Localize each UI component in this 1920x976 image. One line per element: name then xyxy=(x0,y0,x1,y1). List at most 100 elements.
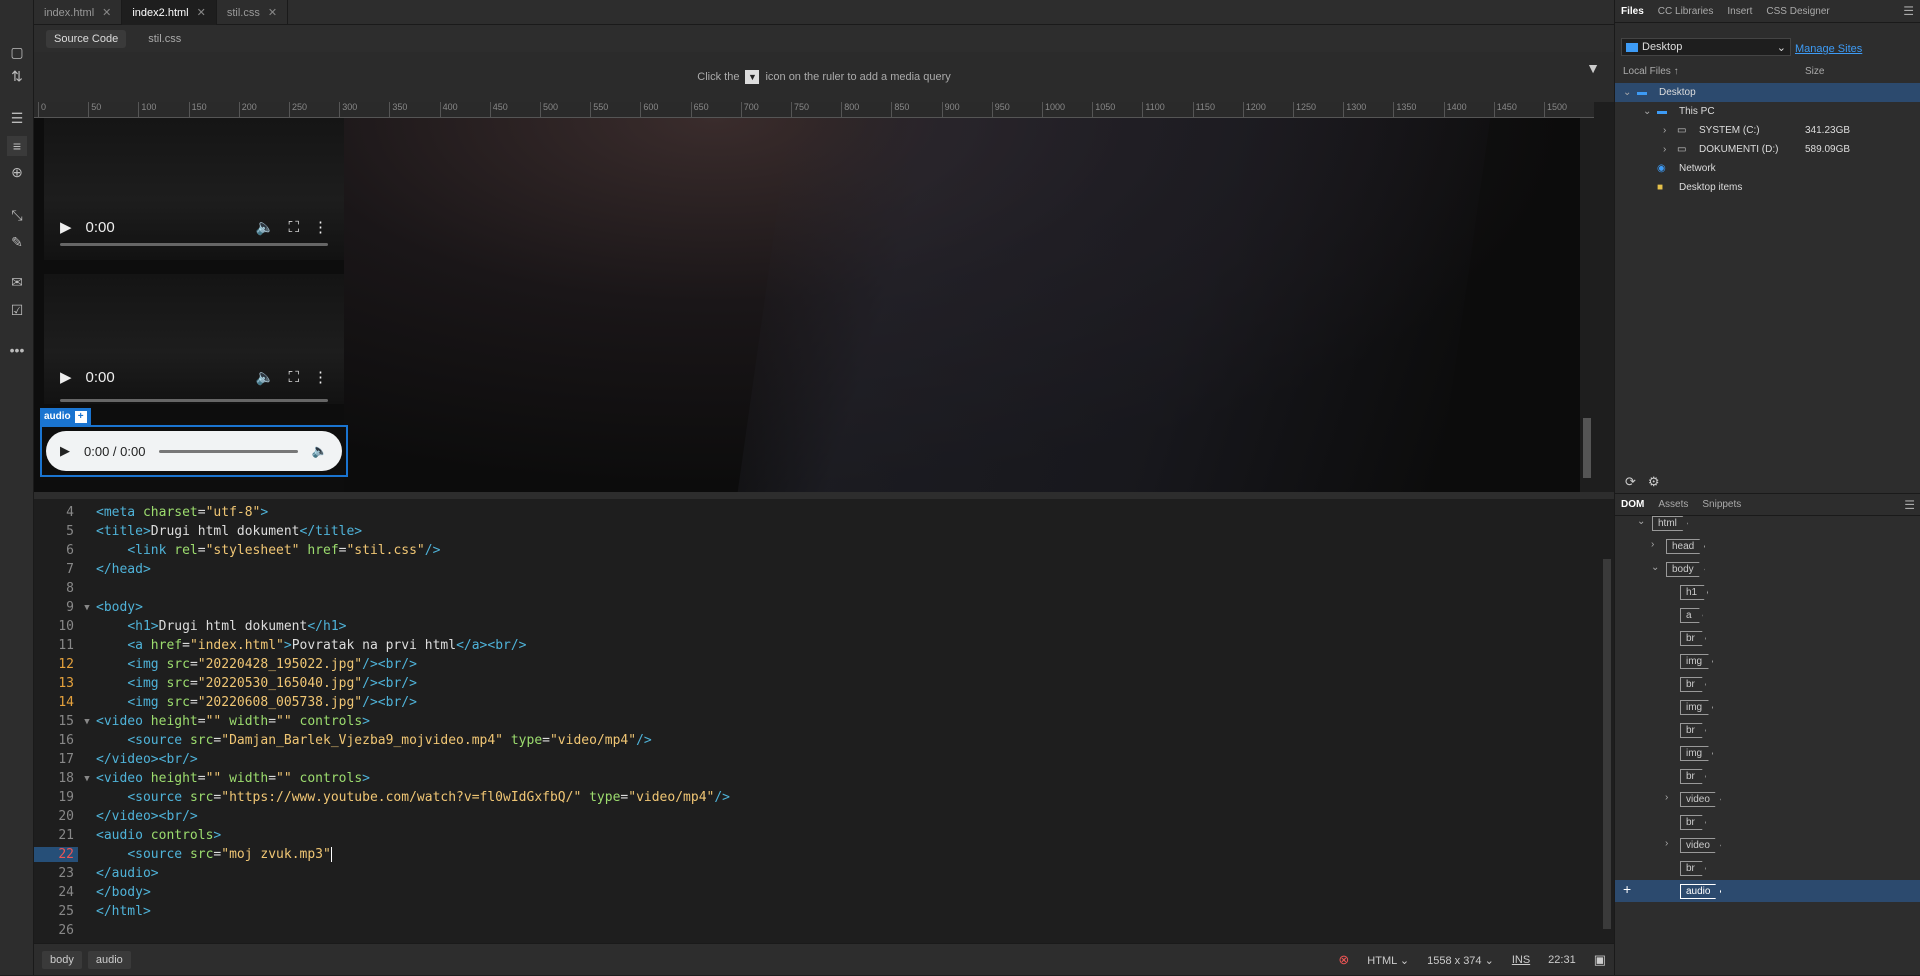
file-tree-item[interactable]: › ▭ DOKUMENTI (D:) 589.09GB xyxy=(1615,140,1920,159)
ruler[interactable]: 0 50 100 150 200 250 300 350 400 450 500 550 600 650 7… xyxy=(34,102,1594,118)
code-text[interactable]: <meta charset="utf-8"> xyxy=(96,505,268,520)
tab-files[interactable]: Files xyxy=(1621,6,1644,17)
play-icon[interactable]: ▶ xyxy=(60,368,72,386)
code-text[interactable]: <title>Drugi html dokument</title> xyxy=(96,524,362,539)
dom-node-img[interactable]: img xyxy=(1680,746,1714,761)
connect-icon[interactable]: ⚙ xyxy=(1648,474,1660,490)
comment-icon[interactable]: ✉ xyxy=(7,272,27,292)
play-icon[interactable]: ▶ xyxy=(60,218,72,236)
file-icon[interactable]: ▢ xyxy=(7,42,27,62)
chevron-down-icon[interactable]: ⌄ xyxy=(1637,516,1645,527)
code-text[interactable]: <source src="Damjan_Barlek_Vjezba9_mojvi… xyxy=(96,733,651,748)
fold-arrow-icon[interactable]: ▼ xyxy=(78,717,96,727)
video-player[interactable]: ▶ 0:00 🔈 ⛶ ⋮ xyxy=(44,118,344,260)
more-tools-icon[interactable]: ••• xyxy=(7,340,27,360)
fullscreen-icon[interactable]: ⛶ xyxy=(288,369,299,386)
volume-icon[interactable]: 🔈 xyxy=(256,368,275,386)
add-class-icon[interactable]: + xyxy=(74,410,87,423)
code-line[interactable]: 12 <img src="20220428_195022.jpg"/><br/> xyxy=(34,655,417,674)
dom-node-br[interactable]: br xyxy=(1680,631,1706,646)
file-tree-item[interactable]: ◉ Network xyxy=(1615,159,1920,178)
code-line[interactable]: 6 <link rel="stylesheet" href="stil.css"… xyxy=(34,541,440,560)
tab-css-designer[interactable]: CSS Designer xyxy=(1766,6,1829,17)
code-text[interactable]: </video><br/> xyxy=(96,809,198,824)
video-player[interactable]: ▶ 0:00 🔈 ⛶ ⋮ xyxy=(44,274,344,404)
code-text[interactable]: </audio> xyxy=(96,866,159,881)
volume-icon[interactable]: 🔈 xyxy=(256,218,275,236)
code-line[interactable]: 19 <source src="https://www.youtube.com/… xyxy=(34,788,730,807)
panel-menu-icon[interactable]: ☰ xyxy=(1904,498,1915,512)
video-progress[interactable] xyxy=(60,399,328,402)
code-line[interactable]: 16 <source src="Damjan_Barlek_Vjezba9_mo… xyxy=(34,731,651,750)
live-preview-icon[interactable]: ▣ xyxy=(1594,952,1606,968)
code-line[interactable]: 20 </video><br/> xyxy=(34,807,198,826)
dom-node-body[interactable]: body xyxy=(1666,562,1705,577)
filter-icon[interactable]: ▼ xyxy=(1586,60,1600,76)
file-transfer-icon[interactable]: ⇅ xyxy=(7,66,27,86)
tab-cc-libraries[interactable]: CC Libraries xyxy=(1658,6,1714,17)
live-view-scrollbar[interactable] xyxy=(1580,118,1594,492)
code-text[interactable]: <h1>Drugi html dokument</h1> xyxy=(96,619,346,634)
chevron-right-icon[interactable]: › xyxy=(1665,838,1668,849)
chevron-down-icon[interactable]: ⌄ xyxy=(1651,562,1659,573)
code-line[interactable]: 24 </body> xyxy=(34,883,151,902)
audio-progress[interactable] xyxy=(159,449,298,453)
expand-collapse-icon[interactable]: ⤡ xyxy=(7,205,27,225)
file-tree-item[interactable]: ■ Desktop items xyxy=(1615,178,1920,197)
panel-menu-icon[interactable]: ☰ xyxy=(1903,4,1914,18)
chevron-down-icon[interactable]: ⌄ xyxy=(1643,106,1651,117)
chevron-right-icon[interactable]: › xyxy=(1651,539,1654,550)
tab-insert[interactable]: Insert xyxy=(1727,6,1752,17)
code-line[interactable]: 11 <a href="index.html">Povratak na prvi… xyxy=(34,636,526,655)
code-text[interactable]: </html> xyxy=(96,904,151,919)
chevron-down-icon[interactable]: ⌄ xyxy=(1623,87,1631,98)
fold-arrow-icon[interactable]: ▼ xyxy=(78,603,96,613)
chevron-right-icon[interactable]: › xyxy=(1663,125,1666,136)
tag-selector-audio[interactable]: audio xyxy=(87,950,131,969)
code-text[interactable]: <img src="20220530_165040.jpg"/><br/> xyxy=(96,676,417,691)
file-tree-item[interactable]: › ▭ SYSTEM (C:) 341.23GB xyxy=(1615,121,1920,140)
file-tree-item[interactable]: ⌄ ▬ Desktop xyxy=(1615,83,1920,102)
tab-assets[interactable]: Assets xyxy=(1658,499,1688,510)
dom-node-br[interactable]: br xyxy=(1680,769,1706,784)
volume-icon[interactable]: 🔈 xyxy=(312,443,328,459)
code-text[interactable]: </video><br/> xyxy=(96,752,198,767)
code-line[interactable]: 9 ▼ <body> xyxy=(34,598,143,617)
validate-icon[interactable]: ☑ xyxy=(7,300,27,320)
dom-node-video[interactable]: video xyxy=(1680,792,1721,807)
selected-audio-element[interactable]: ▶ 0:00 / 0:00 🔈 xyxy=(40,425,348,477)
dom-node-img[interactable]: img xyxy=(1680,654,1714,669)
related-file-stil-css[interactable]: stil.css xyxy=(140,30,189,48)
scroll-thumb[interactable] xyxy=(1583,418,1591,478)
manage-sites-link[interactable]: Manage Sites xyxy=(1795,43,1862,55)
element-tag-audio[interactable]: audio + xyxy=(40,408,91,425)
code-text[interactable]: </body> xyxy=(96,885,151,900)
code-line[interactable]: 5 <title>Drugi html dokument</title> xyxy=(34,522,362,541)
code-text[interactable]: <source src="https://www.youtube.com/wat… xyxy=(96,790,730,805)
code-line[interactable]: 7 </head> xyxy=(34,560,151,579)
tab-snippets[interactable]: Snippets xyxy=(1702,499,1741,510)
code-line[interactable]: 21 <audio controls> xyxy=(34,826,221,845)
code-line[interactable]: 10 <h1>Drugi html dokument</h1> xyxy=(34,617,346,636)
dom-node-video[interactable]: video xyxy=(1680,838,1721,853)
code-line[interactable]: 14 <img src="20220608_005738.jpg"/><br/> xyxy=(34,693,417,712)
inspect-icon[interactable]: ⊕ xyxy=(7,162,27,182)
dom-node-br[interactable]: br xyxy=(1680,815,1706,830)
col-size[interactable]: Size xyxy=(1805,66,1824,77)
code-text[interactable]: </head> xyxy=(96,562,151,577)
code-line[interactable]: 15 ▼ <video height="" width="" controls> xyxy=(34,712,370,731)
col-local-files[interactable]: Local Files ↑ xyxy=(1623,66,1679,82)
code-line[interactable]: 17 </video><br/> xyxy=(34,750,198,769)
code-line[interactable]: 13 <img src="20220530_165040.jpg"/><br/> xyxy=(34,674,417,693)
tab-dom[interactable]: DOM xyxy=(1621,499,1644,510)
tag-selector-body[interactable]: body xyxy=(42,950,82,969)
code-editor[interactable]: 4 <meta charset="utf-8"> 5 <title>Drugi htm… xyxy=(34,499,1600,939)
tab-stil-css[interactable]: stil.css ✕ xyxy=(217,0,289,25)
code-text[interactable]: <video height="" width="" controls> xyxy=(96,714,370,729)
code-scrollbar[interactable] xyxy=(1600,499,1614,939)
code-text[interactable]: <link rel="stylesheet" href="stil.css"/> xyxy=(96,543,440,558)
dom-node-head[interactable]: head xyxy=(1666,539,1706,554)
code-text[interactable]: <body> xyxy=(96,600,143,615)
source-code-button[interactable]: Source Code xyxy=(46,29,127,48)
code-text[interactable]: <a href="index.html">Povratak na prvi ht… xyxy=(96,638,526,653)
